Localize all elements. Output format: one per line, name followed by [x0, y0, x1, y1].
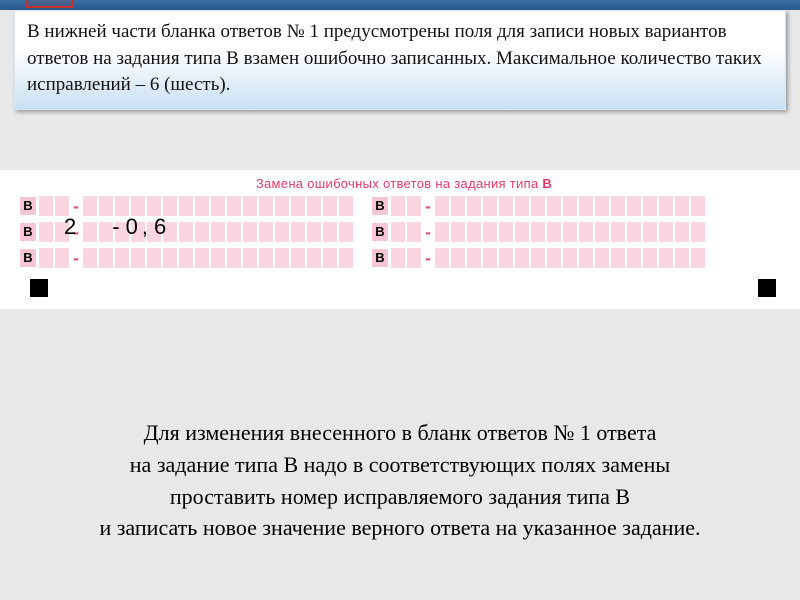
example-digit-2: 6 [154, 214, 166, 240]
dash-separator: - [422, 249, 434, 267]
info-text: В нижней части бланка ответов № 1 предус… [27, 21, 762, 95]
example-comma: , [142, 214, 148, 240]
answer-cells[interactable] [434, 247, 706, 269]
task-number-cells[interactable] [390, 247, 422, 269]
dash-separator: - [70, 249, 82, 267]
replacement-group-left: В - [20, 247, 354, 269]
type-b-label: В [372, 249, 388, 267]
type-b-label: В [20, 197, 36, 215]
answer-replacement-form: Замена ошибочных ответов на задания типа… [0, 170, 800, 309]
info-callout: В нижней части бланка ответов № 1 предус… [14, 10, 786, 110]
alignment-markers [20, 273, 788, 297]
dash-separator: - [70, 197, 82, 215]
instruction-line: проставить номер исправляемого задания т… [20, 481, 780, 513]
black-square-marker [30, 279, 48, 297]
example-task-number: 2 [64, 214, 76, 240]
dash-separator: - [422, 223, 434, 241]
instruction-paragraph: Для изменения внесенного в бланк ответов… [0, 417, 800, 545]
example-dash: - [112, 214, 119, 240]
task-number-cells[interactable] [38, 247, 70, 269]
replacement-row: В - В - [20, 247, 788, 269]
task-number-cells[interactable] [390, 221, 422, 243]
form-header-suffix: В [542, 176, 552, 191]
type-b-label: В [372, 223, 388, 241]
example-digit-1: 0 [126, 214, 138, 240]
answer-cells[interactable] [434, 195, 706, 217]
red-corner-accent [26, 0, 74, 8]
instruction-line: на задание типа В надо в соответствующих… [20, 449, 780, 481]
type-b-label: В [20, 223, 36, 241]
type-b-label: В [20, 249, 36, 267]
replacement-group-right: В - [372, 195, 706, 217]
form-header-prefix: Замена ошибочных ответов на задания типа [256, 176, 539, 191]
black-square-marker [758, 279, 776, 297]
task-number-cells[interactable] [390, 195, 422, 217]
instruction-line: Для изменения внесенного в бланк ответов… [20, 417, 780, 449]
dash-separator: - [422, 197, 434, 215]
answer-cells[interactable] [82, 247, 354, 269]
answer-cells[interactable] [434, 221, 706, 243]
window-title-bar [0, 0, 800, 10]
instruction-line: и записать новое значение верного ответа… [20, 512, 780, 544]
example-filled-answer: 2 - 0 , 6 [64, 214, 166, 240]
replacement-group-right: В - [372, 221, 706, 243]
form-header: Замена ошибочных ответов на задания типа… [20, 176, 788, 191]
type-b-label: В [372, 197, 388, 215]
replacement-group-right: В - [372, 247, 706, 269]
